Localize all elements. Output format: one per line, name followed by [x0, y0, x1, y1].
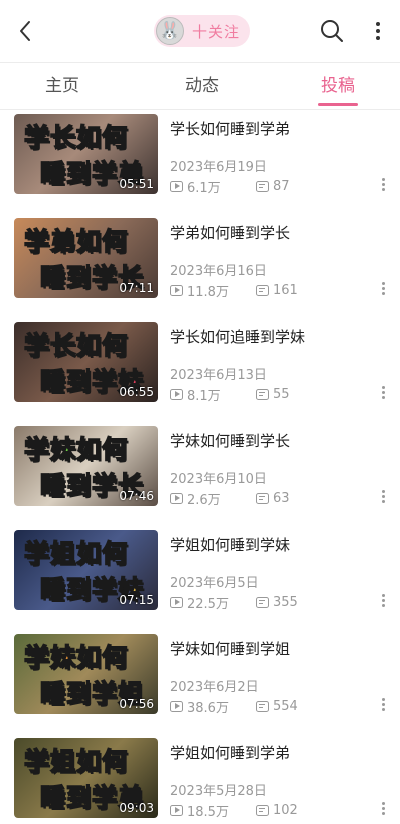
top-bar: 🐰 十关注 — [0, 0, 400, 62]
danmaku-count: 355 — [256, 594, 298, 610]
danmaku-count: 161 — [256, 282, 298, 298]
video-date: 2023年6月13日 — [170, 368, 267, 383]
thumbnail-caption-top: 学姐如何 — [23, 746, 129, 777]
thumbnail-caption-top: 学姐如何 — [23, 538, 129, 569]
video-date: 2023年6月19日 — [170, 160, 267, 175]
item-more-button[interactable] — [378, 386, 388, 404]
follow-button[interactable]: 🐰 十关注 — [154, 15, 250, 47]
video-date: 2023年6月16日 — [170, 264, 267, 279]
more-vertical-icon — [376, 22, 380, 40]
video-title[interactable]: 学妹如何睡到学长 — [170, 430, 290, 451]
video-item[interactable]: 学姐如何 睡到学妹 07:15 学姐如何睡到学妹 2023年6月5日 22.5万… — [0, 528, 400, 632]
video-item[interactable]: 学长如何 睡到学弟 05:51 学长如何睡到学弟 2023年6月19日 6.1万… — [0, 112, 400, 216]
item-more-button[interactable] — [378, 178, 388, 196]
play-count-icon — [170, 388, 183, 400]
danmaku-icon — [256, 596, 269, 608]
thumbnail-caption-top: 学长如何 — [23, 122, 129, 153]
video-thumbnail[interactable]: 学姐如何 睡到学妹 07:15 — [14, 530, 158, 610]
video-duration: 07:11 — [119, 281, 154, 295]
video-thumbnail[interactable]: 学妹如何 睡到学姐 07:56 — [14, 634, 158, 714]
item-more-button[interactable] — [378, 698, 388, 716]
view-count: 18.5万 — [170, 802, 229, 820]
video-item[interactable]: 学姐如何 睡到学弟 09:03 学姐如何睡到学弟 2023年5月28日 18.5… — [0, 736, 400, 824]
video-item[interactable]: 学妹如何 睡到学姐 07:56 学妹如何睡到学姐 2023年6月2日 38.6万… — [0, 632, 400, 736]
video-title[interactable]: 学弟如何睡到学长 — [170, 222, 290, 243]
video-title[interactable]: 学姐如何睡到学弟 — [170, 742, 290, 763]
video-thumbnail[interactable]: 学长如何 睡到学弟 05:51 — [14, 114, 158, 194]
view-count: 8.1万 — [170, 386, 221, 404]
danmaku-icon — [256, 700, 269, 712]
play-count-icon — [170, 700, 183, 712]
more-options-button[interactable] — [370, 18, 386, 44]
play-count-icon — [170, 492, 183, 504]
video-duration: 05:51 — [119, 177, 154, 191]
play-count-icon — [170, 596, 183, 608]
view-count: 2.6万 — [170, 490, 221, 508]
danmaku-count: 102 — [256, 802, 298, 818]
item-more-button[interactable] — [378, 594, 388, 612]
thumbnail-caption-top: 学妹如何 — [23, 642, 129, 673]
video-title[interactable]: 学妹如何睡到学姐 — [170, 638, 290, 659]
video-thumbnail[interactable]: 学姐如何 睡到学弟 09:03 — [14, 738, 158, 818]
danmaku-icon — [256, 388, 269, 400]
play-count-icon — [170, 284, 183, 296]
thumbnail-caption-top: 学妹如何 — [23, 434, 129, 465]
video-title[interactable]: 学长如何追睡到学妹 — [170, 326, 305, 347]
search-button[interactable] — [318, 17, 346, 45]
danmaku-icon — [256, 284, 269, 296]
video-item[interactable]: 学弟如何 睡到学长 07:11 学弟如何睡到学长 2023年6月16日 11.8… — [0, 216, 400, 320]
video-title[interactable]: 学姐如何睡到学妹 — [170, 534, 290, 555]
thumbnail-caption-top: 学弟如何 — [23, 226, 129, 257]
rabbit-avatar-icon: 🐰 — [159, 21, 181, 41]
danmaku-icon — [256, 804, 269, 816]
danmaku-icon — [256, 180, 269, 192]
video-date: 2023年6月10日 — [170, 472, 267, 487]
tab-home[interactable]: 主页 — [22, 63, 102, 109]
item-more-button[interactable] — [378, 490, 388, 508]
play-count-icon — [170, 804, 183, 816]
view-count: 6.1万 — [170, 178, 221, 196]
item-more-button[interactable] — [378, 282, 388, 300]
danmaku-count: 63 — [256, 490, 290, 506]
danmaku-count: 55 — [256, 386, 290, 402]
danmaku-icon — [256, 492, 269, 504]
back-button[interactable] — [12, 16, 40, 46]
video-thumbnail[interactable]: 学妹如何 睡到学长 07:46 — [14, 426, 158, 506]
video-duration: 07:46 — [119, 489, 154, 503]
video-title[interactable]: 学长如何睡到学弟 — [170, 118, 290, 139]
video-thumbnail[interactable]: 学弟如何 睡到学长 07:11 — [14, 218, 158, 298]
video-date: 2023年6月2日 — [170, 680, 259, 695]
view-count: 38.6万 — [170, 698, 229, 716]
video-duration: 07:56 — [119, 697, 154, 711]
chevron-left-icon — [20, 21, 30, 41]
video-date: 2023年5月28日 — [170, 784, 267, 799]
tabs-divider — [0, 109, 400, 110]
view-count: 22.5万 — [170, 594, 229, 612]
view-count: 11.8万 — [170, 282, 229, 300]
play-count-icon — [170, 180, 183, 192]
video-item[interactable]: 学长如何 睡到学妹 06:55 学长如何追睡到学妹 2023年6月13日 8.1… — [0, 320, 400, 424]
video-duration: 06:55 — [119, 385, 154, 399]
follow-label: 十关注 — [192, 22, 241, 41]
thumbnail-caption-top: 学长如何 — [23, 330, 129, 361]
video-duration: 09:03 — [119, 801, 154, 815]
danmaku-count: 554 — [256, 698, 298, 714]
danmaku-count: 87 — [256, 178, 290, 194]
active-tab-indicator — [318, 103, 358, 106]
video-item[interactable]: 学妹如何 睡到学长 07:46 学妹如何睡到学长 2023年6月10日 2.6万… — [0, 424, 400, 528]
avatar[interactable]: 🐰 — [156, 17, 184, 45]
video-thumbnail[interactable]: 学长如何 睡到学妹 06:55 — [14, 322, 158, 402]
profile-page: 🐰 十关注 主页 动态 投稿 学长如何 睡到学弟 05:51 学长如何睡到学弟 … — [0, 0, 400, 824]
search-icon — [321, 20, 343, 42]
video-date: 2023年6月5日 — [170, 576, 259, 591]
tab-activity[interactable]: 动态 — [162, 63, 242, 109]
tab-bar: 主页 动态 投稿 — [0, 63, 400, 109]
item-more-button[interactable] — [378, 802, 388, 820]
video-duration: 07:15 — [119, 593, 154, 607]
